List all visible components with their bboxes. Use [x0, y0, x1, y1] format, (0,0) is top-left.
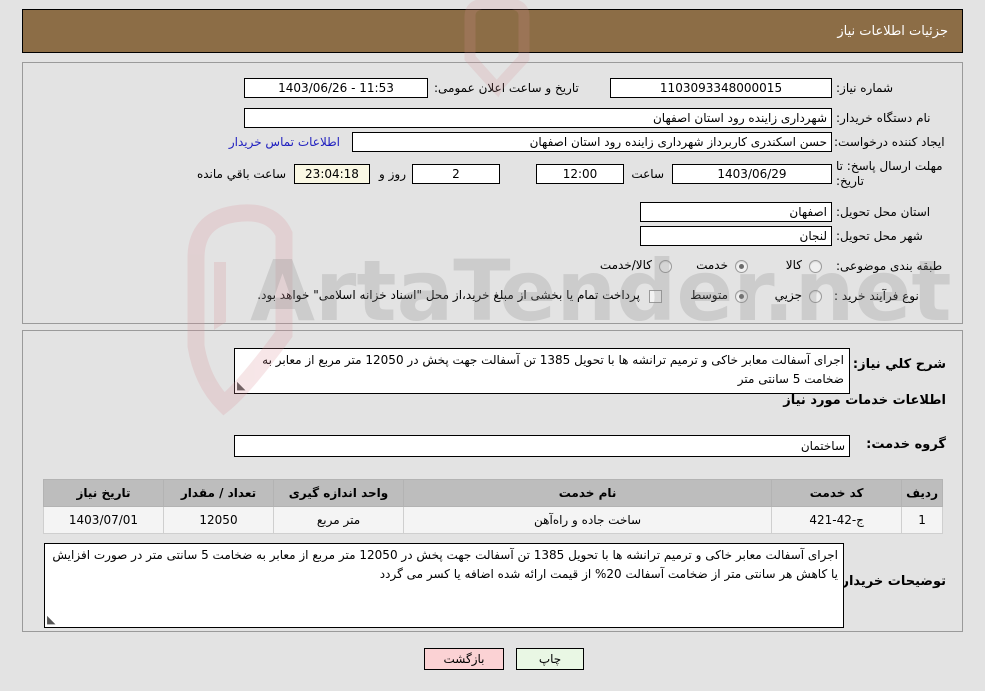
remaining-days-label: روز و	[379, 167, 406, 181]
table-header-row: ردیف کد خدمت نام خدمت واحد اندازه گیری ت…	[43, 479, 943, 507]
remaining-days-value: 2	[412, 164, 500, 184]
resize-grip-icon[interactable]: ◢	[237, 379, 249, 392]
page-title: جزئیات اطلاعات نیاز	[837, 23, 948, 39]
summary-text: اجرای آسفالت معابر خاکی و ترمیم ترانشه ه…	[262, 353, 844, 386]
announcement-datetime-label: تاریخ و ساعت اعلان عمومی:	[434, 81, 579, 95]
delivery-province-label: استان محل تحویل:	[836, 205, 931, 219]
buyer-organisation-label: نام دستگاه خریدار:	[836, 111, 931, 125]
service-group-label: گروه خدمت:	[866, 437, 946, 452]
requester-value: حسن اسکندری کاربرداز شهرداری زاینده رود …	[352, 132, 832, 152]
buyer-notes-text: اجرای آسفالت معابر خاکی و ترمیم ترانشه ه…	[52, 548, 838, 581]
subject-category-label: طبقه بندی موضوعی:	[836, 259, 943, 273]
treasury-bonds-label: پرداخت تمام یا بخشی از مبلغ خرید،از محل …	[257, 288, 640, 302]
summary-textarea[interactable]: اجرای آسفالت معابر خاکی و ترمیم ترانشه ه…	[234, 348, 850, 394]
th-row-no: ردیف	[901, 479, 943, 507]
need-details-panel: شرح کلي نیاز: اجرای آسفالت معابر خاکی و …	[22, 330, 963, 632]
back-button[interactable]: بازگشت	[424, 648, 504, 670]
purchase-process-label: نوع فرآیند خرید :	[834, 289, 919, 303]
radio-category-kala[interactable]	[809, 260, 822, 273]
cell-row-no: 1	[901, 506, 943, 534]
table-row: 1 ج-42-421 ساخت جاده و راه‌آهن متر مربع …	[43, 506, 943, 534]
cell-unit: متر مربع	[273, 506, 404, 534]
delivery-province-value: اصفهان	[640, 202, 832, 222]
cell-service-name: ساخت جاده و راه‌آهن	[402, 506, 773, 534]
need-number-label: شماره نیاز:	[836, 81, 893, 95]
buyer-contact-link[interactable]: اطلاعات تماس خریدار	[229, 135, 340, 149]
th-need-date: تاریخ نیاز	[43, 479, 164, 507]
summary-label: شرح کلي نیاز:	[852, 357, 946, 372]
print-button[interactable]: چاپ	[516, 648, 584, 670]
radio-category-khedmat-label: خدمت	[696, 258, 728, 272]
services-table: ردیف کد خدمت نام خدمت واحد اندازه گیری ت…	[43, 479, 943, 534]
requester-label: ایجاد کننده درخواست:	[834, 135, 945, 149]
th-unit: واحد اندازه گیری	[273, 479, 404, 507]
countdown-timer-value: 23:04:18	[294, 164, 370, 184]
cell-service-code: ج-42-421	[771, 506, 903, 534]
radio-process-motavaset-label: متوسط	[690, 288, 728, 302]
announcement-datetime-value: 11:53 - 1403/06/26	[244, 78, 428, 98]
buyer-notes-textarea[interactable]: اجرای آسفالت معابر خاکی و ترمیم ترانشه ه…	[44, 543, 844, 628]
page-root: ArtaTender.net جزئیات اطلاعات نیاز شماره…	[0, 0, 985, 691]
need-number-value: 1103093348000015	[610, 78, 832, 98]
radio-category-khedmat[interactable]	[735, 260, 748, 273]
window-title-bar: جزئیات اطلاعات نیاز	[22, 9, 963, 53]
cell-quantity: 12050	[163, 506, 274, 534]
remaining-hours-label: ساعت باقي مانده	[196, 167, 286, 181]
service-group-value[interactable]: ساختمان	[234, 435, 850, 457]
radio-category-kala-label: کالا	[785, 258, 802, 272]
treasury-bonds-checkbox[interactable]	[649, 290, 662, 303]
buyer-organisation-value: شهرداری زاینده رود استان اصفهان	[244, 108, 832, 128]
radio-category-kala-khedmat[interactable]	[659, 260, 672, 273]
th-service-code: کد خدمت	[771, 479, 903, 507]
deadline-label: مهلت ارسال پاسخ: تا تاریخ:	[836, 159, 943, 188]
delivery-city-label: شهر محل تحویل:	[836, 229, 923, 243]
cell-need-date: 1403/07/01	[43, 506, 164, 534]
radio-process-motavaset[interactable]	[735, 290, 748, 303]
deadline-hour-label: ساعت	[631, 167, 664, 181]
deadline-hour-value: 12:00	[536, 164, 624, 184]
radio-process-jozii-label: جزیي	[774, 288, 802, 302]
radio-category-kala-khedmat-label: کالا/خدمت	[599, 258, 652, 272]
radio-process-jozii[interactable]	[809, 290, 822, 303]
services-section-heading: اطلاعات خدمات مورد نیاز	[783, 393, 946, 408]
deadline-date-value: 1403/06/29	[672, 164, 832, 184]
resize-grip-icon-notes[interactable]: ◢	[47, 613, 59, 626]
buyer-notes-label: توضیحات خریدار:	[836, 574, 946, 589]
th-service-name: نام خدمت	[402, 479, 773, 507]
delivery-city-value: لنجان	[640, 226, 832, 246]
need-info-panel: شماره نیاز: 1103093348000015 تاریخ و ساع…	[22, 62, 963, 324]
th-quantity: تعداد / مقدار	[163, 479, 274, 507]
